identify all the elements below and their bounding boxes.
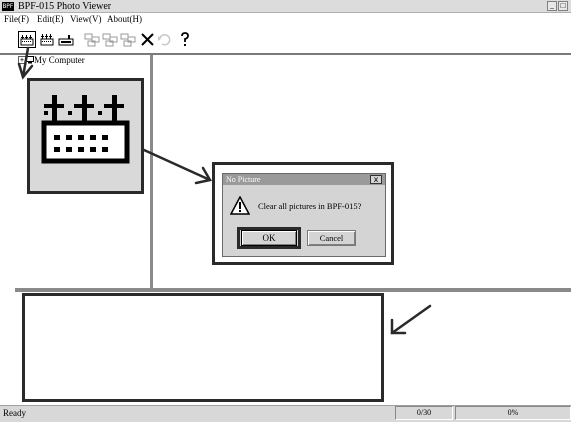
toolbar-separator <box>172 30 173 50</box>
tree-expand-icon[interactable]: + <box>18 56 26 64</box>
camera-upload-icon[interactable] <box>57 31 75 48</box>
ok-button[interactable]: OK <box>241 230 297 246</box>
undo-icon[interactable] <box>155 31 173 48</box>
menu-view[interactable]: View(V) <box>70 13 101 25</box>
warning-icon <box>229 195 251 216</box>
camera-download-icon[interactable] <box>18 31 36 48</box>
clear-camera-zoom-callout <box>27 78 144 194</box>
menu-about[interactable]: About(H) <box>107 13 142 25</box>
window-title: BPF-015 Photo Viewer <box>18 1 112 12</box>
stack-icon[interactable] <box>83 31 101 48</box>
stack-icon[interactable] <box>101 31 119 48</box>
clear-camera-icon <box>41 95 130 164</box>
toolbar-separator <box>78 30 79 50</box>
stack-icon[interactable] <box>119 31 137 48</box>
status-text: Ready <box>3 408 26 418</box>
tree-item-my-computer[interactable]: My Computer <box>34 55 85 65</box>
minimize-button[interactable]: _ <box>547 1 557 11</box>
menu-file[interactable]: File(F) <box>4 13 29 25</box>
clear-camera-icon[interactable] <box>38 31 56 48</box>
progress-percent: 0% <box>455 406 571 420</box>
app-icon: BPF <box>2 2 14 11</box>
help-icon[interactable] <box>176 31 194 48</box>
dialog-close-button[interactable]: x <box>370 175 382 184</box>
cancel-button[interactable]: Cancel <box>307 230 356 246</box>
maximize-button[interactable]: □ <box>558 1 568 11</box>
menu-edit[interactable]: Edit(E) <box>37 13 64 25</box>
computer-icon <box>26 56 34 64</box>
preview-callout-frame <box>22 293 384 402</box>
picture-count: 0/30 <box>395 406 453 420</box>
dialog-message: Clear all pictures in BPF-015? <box>258 201 362 211</box>
dialog-title: No Picture <box>226 175 261 184</box>
